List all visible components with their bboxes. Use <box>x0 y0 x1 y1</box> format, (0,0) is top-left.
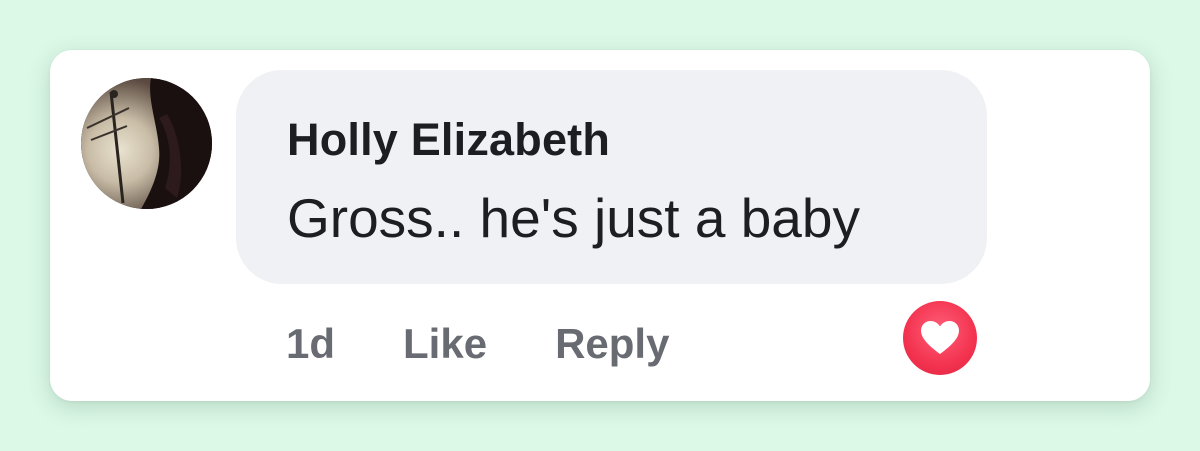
comment-actions: 1d Like Reply <box>286 316 669 372</box>
like-button[interactable]: Like <box>403 320 487 368</box>
comment-text: Gross.. he's just a baby <box>287 187 860 249</box>
reply-button[interactable]: Reply <box>555 320 669 368</box>
comment-timestamp[interactable]: 1d <box>286 320 335 368</box>
avatar[interactable] <box>81 78 212 209</box>
reaction-badge[interactable] <box>903 301 977 375</box>
comment-card: Holly Elizabeth Gross.. he's just a baby… <box>50 50 1150 401</box>
comment-bubble: Holly Elizabeth Gross.. he's just a baby <box>236 70 987 284</box>
heart-icon <box>921 321 959 354</box>
avatar-photo <box>81 78 212 209</box>
comment-author[interactable]: Holly Elizabeth <box>287 114 610 166</box>
